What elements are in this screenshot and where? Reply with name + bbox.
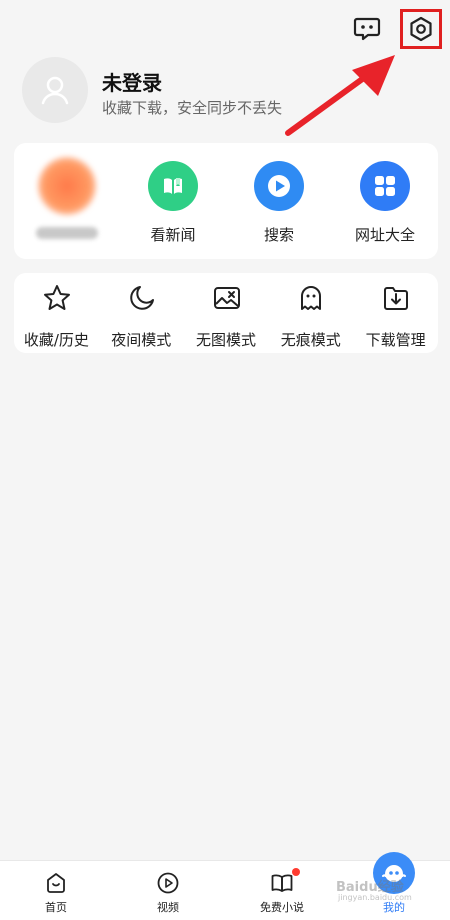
book-icon — [271, 874, 293, 892]
tool-label: 无痕模式 — [280, 331, 341, 349]
video-icon — [157, 872, 179, 894]
message-button[interactable] — [352, 13, 382, 43]
app-item-sites[interactable]: 网址大全 — [332, 143, 438, 259]
no-image-icon — [213, 287, 240, 309]
download-icon — [384, 287, 409, 310]
message-icon — [353, 17, 381, 41]
avatar[interactable] — [22, 57, 88, 123]
nav-label: 免费小说 — [260, 901, 304, 914]
search-play-icon — [254, 161, 304, 211]
app-label-sites: 网址大全 — [354, 226, 415, 244]
tool-label: 无图模式 — [195, 331, 256, 349]
grid-apps-icon — [360, 161, 410, 211]
home-icon — [47, 873, 65, 893]
settings-hexagon-icon — [410, 16, 432, 42]
user-placeholder-icon — [41, 76, 69, 105]
profile-section[interactable]: 未登录 收藏下载，安全同步不丢失 — [22, 57, 422, 123]
app-item-search[interactable]: 搜索 — [226, 143, 332, 259]
nav-label: 首页 — [45, 901, 67, 914]
login-status[interactable]: 未登录 — [102, 67, 162, 96]
star-icon — [44, 285, 70, 310]
tool-label: 下载管理 — [365, 331, 426, 349]
nav-home[interactable]: 首页 — [0, 861, 112, 920]
login-subtitle: 收藏下载，安全同步不丢失 — [102, 99, 283, 117]
tool-label: 夜间模式 — [111, 331, 172, 349]
nav-novels[interactable]: 免费小说 — [226, 861, 338, 920]
tools-card: 收藏/历史 夜间模式 无图模式 无痕模式 下载管理 — [14, 273, 438, 353]
tool-download-manager[interactable]: 下载管理 — [353, 273, 438, 353]
news-book-icon — [148, 161, 198, 211]
nav-label: 视频 — [157, 901, 179, 914]
blurred-app-label — [36, 227, 98, 239]
tool-night-mode[interactable]: 夜间模式 — [99, 273, 184, 353]
watermark-sub: jingyan.baidu.com — [338, 893, 412, 902]
tool-favorites-history[interactable]: 收藏/历史 — [14, 273, 99, 353]
app-label-news: 看新闻 — [150, 226, 196, 244]
ghost-icon — [301, 286, 322, 310]
app-label-search: 搜索 — [263, 226, 294, 244]
tool-label: 收藏/历史 — [23, 331, 89, 349]
tool-incognito-mode[interactable]: 无痕模式 — [268, 273, 353, 353]
apps-card: 看新闻 搜索 网址大全 — [14, 143, 438, 259]
blurred-app-icon — [38, 157, 96, 215]
app-item-blurred[interactable] — [14, 143, 120, 259]
settings-button[interactable] — [400, 9, 442, 49]
moon-icon — [130, 286, 154, 310]
app-item-news[interactable]: 看新闻 — [120, 143, 226, 259]
tool-no-image-mode[interactable]: 无图模式 — [184, 273, 269, 353]
nav-video[interactable]: 视频 — [112, 861, 224, 920]
notification-dot — [292, 868, 300, 876]
top-bar — [0, 0, 450, 60]
